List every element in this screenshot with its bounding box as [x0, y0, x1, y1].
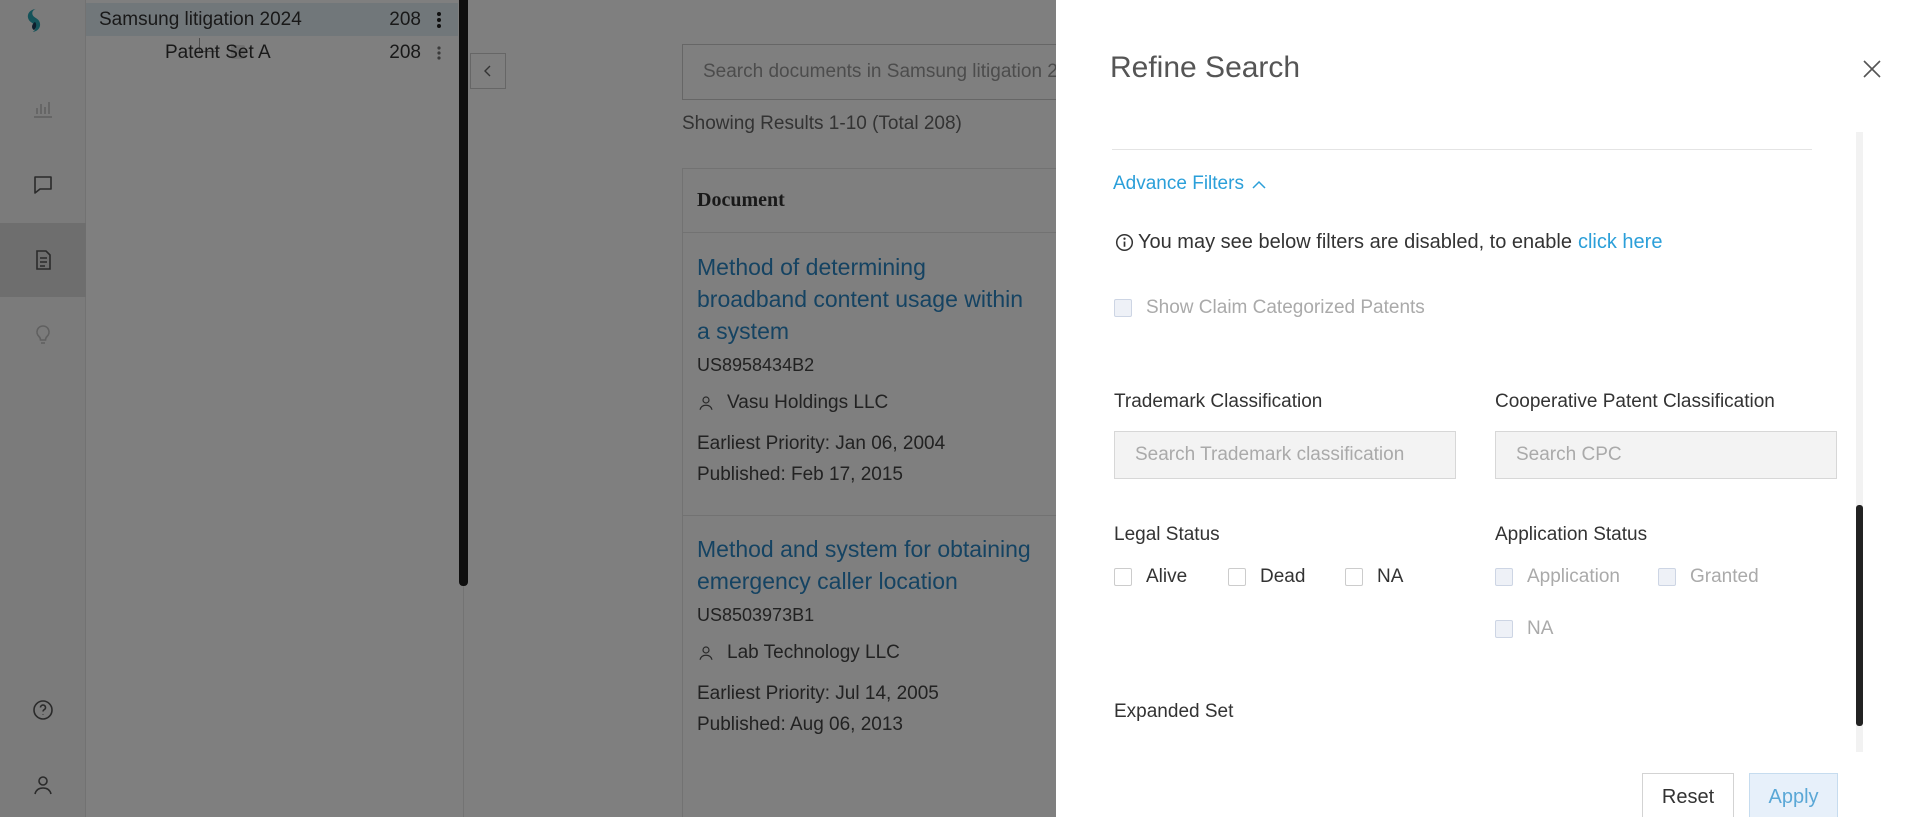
show-claim-categorized-checkbox[interactable]: Show Claim Categorized Patents: [1114, 297, 1425, 319]
advance-filters-toggle[interactable]: Advance Filters: [1113, 173, 1266, 195]
legal-status-dead[interactable]: Dead: [1228, 566, 1305, 588]
checkbox-label: Show Claim Categorized Patents: [1146, 297, 1425, 318]
reset-button[interactable]: Reset: [1642, 773, 1734, 817]
divider: [1112, 149, 1812, 150]
close-icon[interactable]: [1860, 57, 1884, 81]
trademark-classification-label: Trademark Classification: [1114, 391, 1323, 412]
application-status-application[interactable]: Application: [1495, 566, 1620, 588]
note-text: You may see below filters are disabled, …: [1138, 231, 1572, 253]
trademark-classification-input[interactable]: Search Trademark classification: [1114, 431, 1456, 479]
cpc-label: Cooperative Patent Classification: [1495, 391, 1775, 412]
checkbox[interactable]: [1114, 299, 1132, 317]
application-status-label: Application Status: [1495, 524, 1648, 545]
disabled-filters-note: You may see below filters are disabled, …: [1115, 231, 1662, 254]
application-status-granted[interactable]: Granted: [1658, 566, 1759, 588]
legal-status-na[interactable]: NA: [1345, 566, 1403, 588]
checkbox-label: Application: [1527, 566, 1620, 587]
enable-filters-link[interactable]: click here: [1578, 231, 1662, 254]
chevron-up-icon: [1252, 180, 1266, 189]
info-icon: [1115, 233, 1134, 252]
checkbox[interactable]: [1495, 620, 1513, 638]
checkbox[interactable]: [1228, 568, 1246, 586]
input-placeholder: Search CPC: [1516, 444, 1622, 465]
advance-filters-label: Advance Filters: [1113, 173, 1244, 194]
checkbox-label: Dead: [1260, 566, 1306, 587]
drawer-scrollbar[interactable]: [1856, 505, 1863, 726]
checkbox[interactable]: [1114, 568, 1132, 586]
checkbox-label: Granted: [1690, 566, 1759, 587]
legal-status-label: Legal Status: [1114, 524, 1220, 545]
checkbox-label: NA: [1377, 566, 1404, 587]
checkbox[interactable]: [1658, 568, 1676, 586]
drawer-title: Refine Search: [1110, 51, 1301, 84]
checkbox[interactable]: [1495, 568, 1513, 586]
checkbox-label: Alive: [1146, 566, 1188, 587]
input-placeholder: Search Trademark classification: [1135, 444, 1405, 465]
refine-search-drawer: Refine Search Advance Filters You may se…: [1056, 0, 1918, 817]
application-status-na[interactable]: NA: [1495, 618, 1553, 640]
apply-button[interactable]: Apply: [1749, 773, 1838, 817]
checkbox-label: NA: [1527, 618, 1554, 639]
cpc-input[interactable]: Search CPC: [1495, 431, 1837, 479]
legal-status-alive[interactable]: Alive: [1114, 566, 1187, 588]
expanded-set-label: Expanded Set: [1114, 701, 1234, 722]
modal-backdrop[interactable]: [0, 0, 1056, 817]
checkbox[interactable]: [1345, 568, 1363, 586]
